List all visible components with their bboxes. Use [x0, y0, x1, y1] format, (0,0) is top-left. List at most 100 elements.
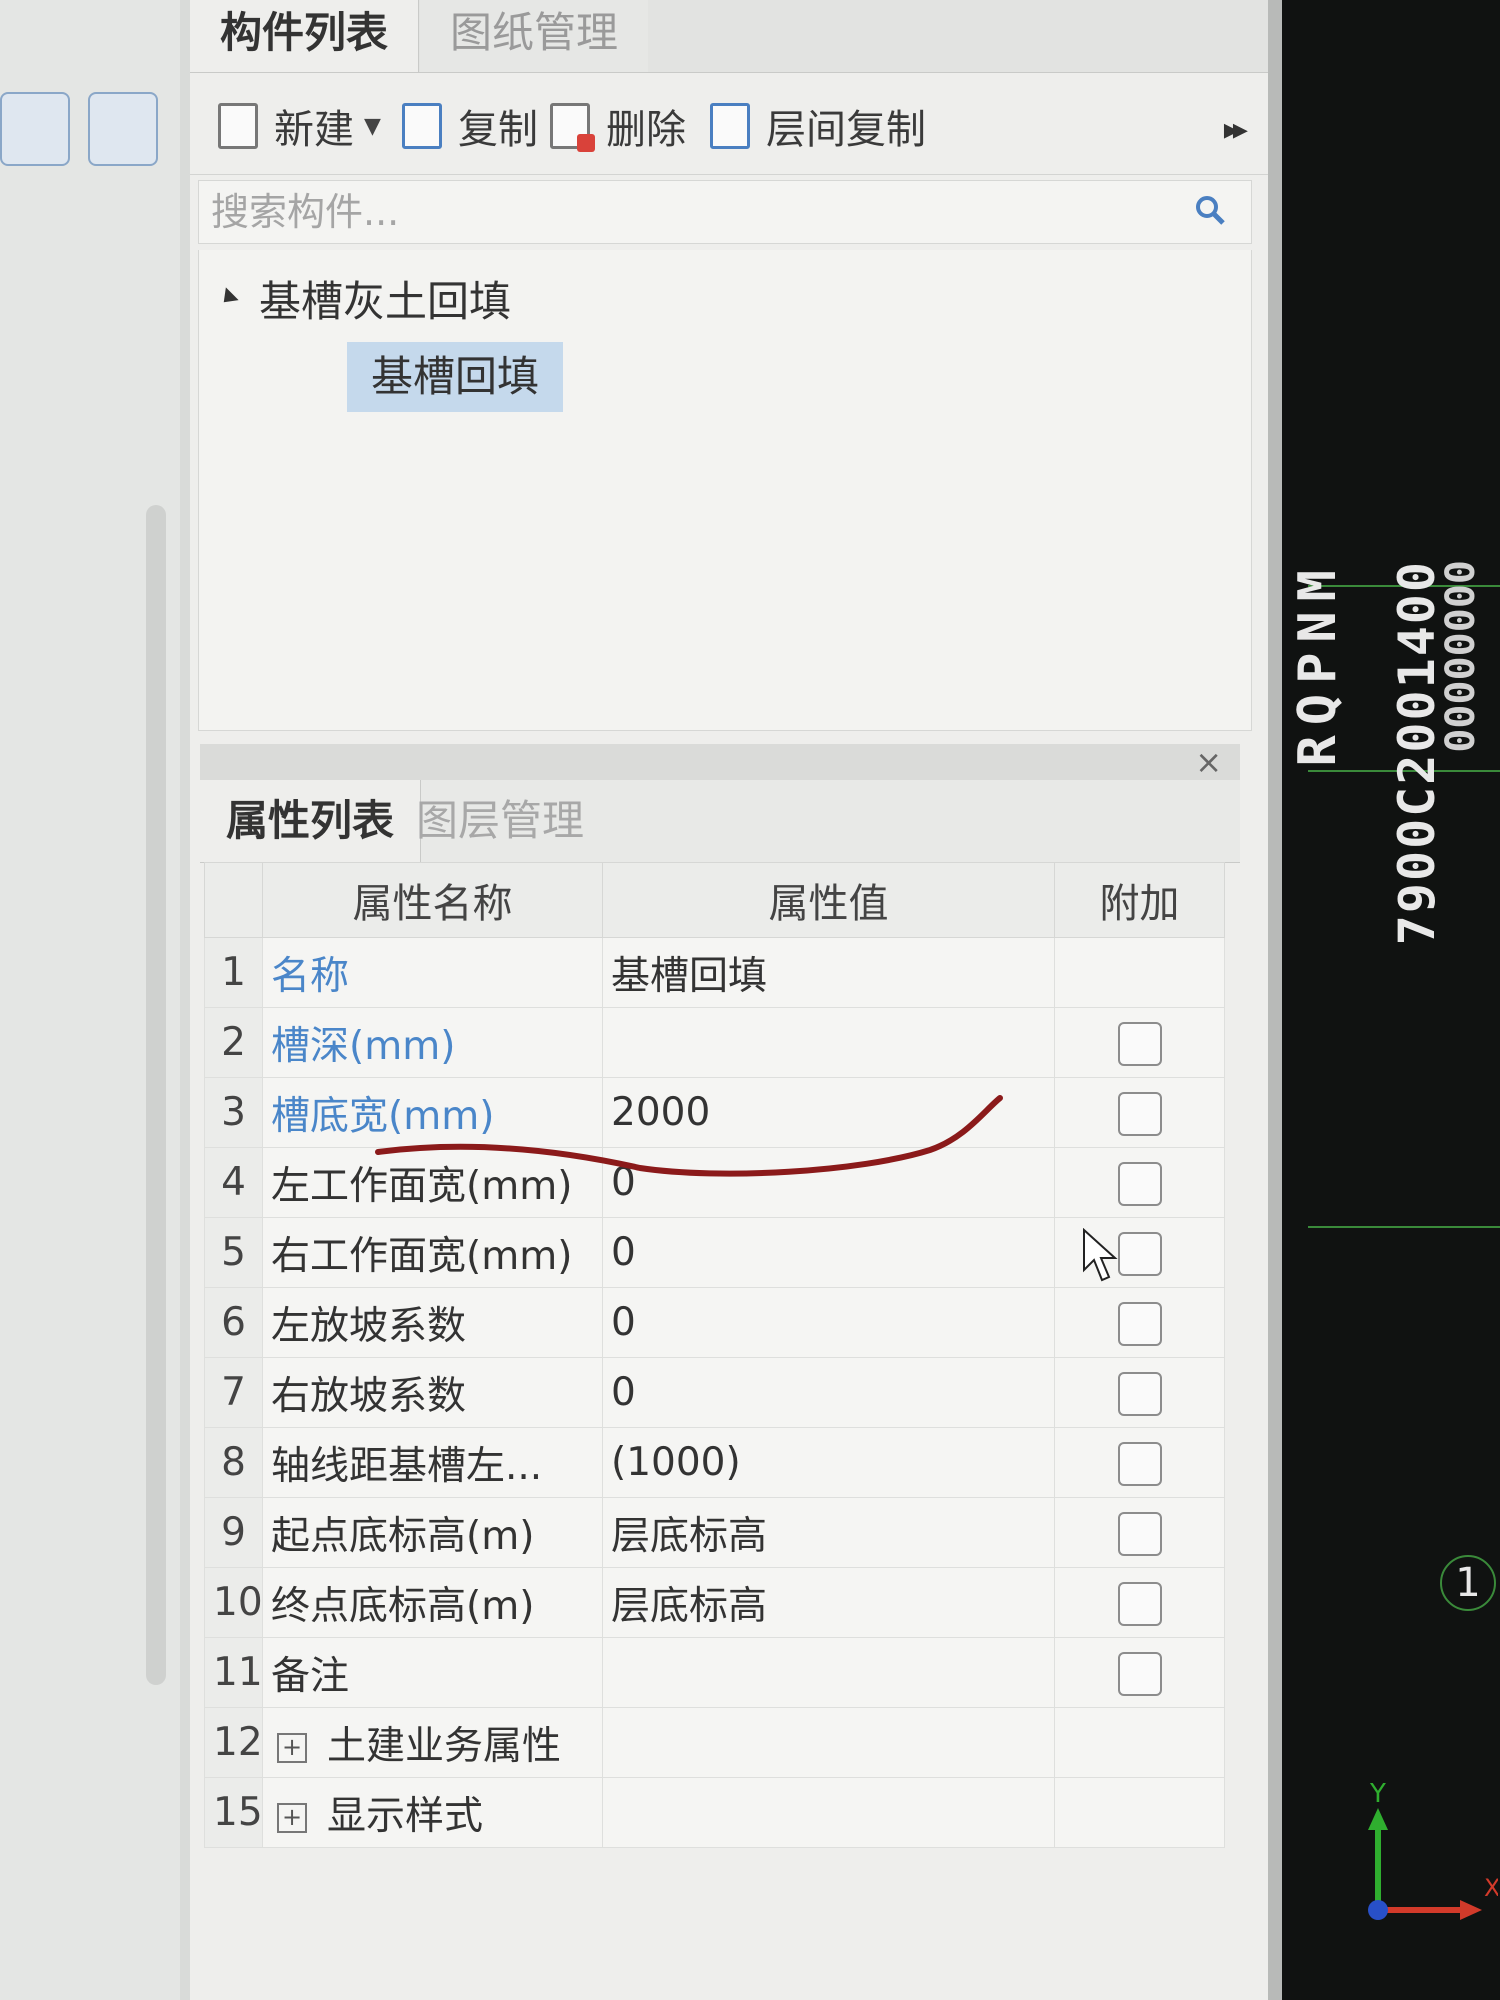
property-name-cell: 备注 — [262, 1637, 603, 1708]
row-number: 10 — [204, 1567, 263, 1638]
table-row[interactable]: 10 终点底标高(m) 层底标高 — [204, 1567, 1225, 1638]
property-value-cell[interactable] — [602, 1637, 1055, 1708]
property-name-cell: 右工作面宽(mm) — [262, 1217, 603, 1288]
additional-cell — [1054, 1287, 1225, 1358]
additional-checkbox[interactable] — [1117, 1231, 1162, 1276]
header-blank — [204, 862, 263, 938]
additional-checkbox[interactable] — [1117, 1581, 1162, 1626]
row-number: 15 — [204, 1777, 263, 1848]
chevron-down-icon[interactable]: ▼ — [364, 114, 381, 139]
property-name-cell: 起点底标高(m) — [262, 1497, 603, 1568]
table-row[interactable]: 9 起点底标高(m) 层底标高 — [204, 1497, 1225, 1568]
property-name-cell: + 土建业务属性 — [262, 1707, 603, 1778]
cad-canvas[interactable]: RQPNM 7900C2001400 00000000 1 Y X — [1268, 0, 1500, 2000]
property-value-cell[interactable]: 0 — [602, 1147, 1055, 1218]
left-sidebar-strip — [0, 0, 180, 2000]
property-value-cell[interactable]: 0 — [602, 1217, 1055, 1288]
row-number: 7 — [204, 1357, 263, 1428]
additional-cell — [1054, 1777, 1225, 1848]
component-tree: 基槽灰土回填 基槽回填 — [198, 250, 1252, 731]
table-row[interactable]: 8 轴线距基槽左... (1000) — [204, 1427, 1225, 1498]
additional-cell — [1054, 1077, 1225, 1148]
more-tools-icon[interactable]: ▸▸ — [1224, 112, 1248, 147]
row-number: 1 — [204, 937, 263, 1008]
additional-checkbox[interactable] — [1117, 1371, 1162, 1416]
new-button[interactable]: 新建 ▼ — [218, 96, 381, 156]
additional-checkbox[interactable] — [1117, 1651, 1162, 1696]
row-number: 4 — [204, 1147, 263, 1218]
table-row[interactable]: 7 右放坡系数 0 — [204, 1357, 1225, 1428]
tree-node-selected[interactable]: 基槽回填 — [347, 342, 564, 412]
property-table: 属性名称 属性值 附加 1 名称 基槽回填 2 槽深(mm) 3 槽底宽(mm) 2000 4 左… — [204, 862, 1225, 1848]
search-bar — [198, 180, 1252, 244]
property-name-cell: 名称 — [262, 937, 603, 1008]
property-value-cell[interactable]: 层底标高 — [602, 1567, 1055, 1638]
tab-drawing-management[interactable]: 图纸管理 — [420, 0, 649, 72]
form-view-icon[interactable] — [88, 92, 158, 166]
additional-checkbox[interactable] — [1117, 1301, 1162, 1346]
property-value-cell[interactable]: (1000) — [602, 1427, 1055, 1498]
table-row[interactable]: 15 + 显示样式 — [204, 1777, 1225, 1848]
tab-property-list[interactable]: 属性列表 — [200, 780, 422, 862]
floor-copy-button-label: 层间复制 — [766, 107, 926, 153]
row-number: 3 — [204, 1077, 263, 1148]
property-value-cell[interactable]: 基槽回填 — [602, 937, 1055, 1008]
panel-splitter[interactable] — [1268, 0, 1282, 2000]
list-view-icon[interactable] — [0, 92, 70, 166]
new-doc-icon — [218, 103, 258, 149]
additional-cell — [1054, 1707, 1225, 1778]
floor-copy-button[interactable]: 层间复制 — [703, 96, 926, 156]
additional-cell — [1054, 1147, 1225, 1218]
additional-cell — [1054, 1357, 1225, 1428]
table-row[interactable]: 2 槽深(mm) — [204, 1007, 1225, 1078]
property-value-cell[interactable] — [602, 1777, 1055, 1848]
delete-button[interactable]: 删除 — [550, 96, 686, 156]
additional-cell — [1054, 1007, 1225, 1078]
property-value-cell[interactable] — [602, 1707, 1055, 1778]
table-row[interactable]: 1 名称 基槽回填 — [204, 937, 1225, 1008]
table-row[interactable]: 5 右工作面宽(mm) 0 — [204, 1217, 1225, 1288]
property-name-cell: 左工作面宽(mm) — [262, 1147, 603, 1218]
property-tab-bar: 属性列表 图层管理 — [200, 780, 1240, 863]
property-value-cell[interactable]: 0 — [602, 1287, 1055, 1358]
property-name-cell: 槽深(mm) — [262, 1007, 603, 1078]
tab-component-list[interactable]: 构件列表 — [190, 0, 420, 72]
axis-y-label: Y — [1369, 1780, 1386, 1809]
additional-cell — [1054, 1427, 1225, 1498]
row-number: 11 — [204, 1637, 263, 1708]
additional-checkbox[interactable] — [1117, 1021, 1162, 1066]
table-header-row: 属性名称 属性值 附加 — [204, 862, 1225, 938]
additional-cell — [1054, 937, 1225, 1008]
table-row[interactable]: 4 左工作面宽(mm) 0 — [204, 1147, 1225, 1218]
table-row[interactable]: 3 槽底宽(mm) 2000 — [204, 1077, 1225, 1148]
close-icon[interactable]: × — [1195, 744, 1222, 780]
table-row[interactable]: 12 + 土建业务属性 — [204, 1707, 1225, 1778]
copy-button[interactable]: 复制 — [402, 96, 538, 156]
search-input[interactable] — [209, 181, 1153, 243]
additional-checkbox[interactable] — [1117, 1161, 1162, 1206]
expand-plus-icon[interactable]: + — [277, 1803, 307, 1833]
additional-checkbox[interactable] — [1117, 1441, 1162, 1486]
additional-checkbox[interactable] — [1117, 1091, 1162, 1136]
tree-node-parent[interactable]: 基槽灰土回填 — [217, 270, 511, 326]
search-icon[interactable] — [1195, 195, 1225, 225]
row-number: 9 — [204, 1497, 263, 1568]
expand-plus-icon[interactable]: + — [277, 1733, 307, 1763]
property-group-label: 土建业务属性 — [327, 1723, 562, 1769]
property-value-cell[interactable]: 2000 — [602, 1077, 1055, 1148]
tree-expand-icon[interactable] — [217, 287, 239, 309]
tab-layer-management[interactable]: 图层管理 — [390, 780, 610, 862]
toolbar: 新建 ▼ 复制 删除 层间复制 ▸▸ — [190, 78, 1270, 175]
additional-cell — [1054, 1567, 1225, 1638]
table-row[interactable]: 11 备注 — [204, 1637, 1225, 1708]
additional-cell — [1054, 1497, 1225, 1568]
property-value-cell[interactable] — [602, 1007, 1055, 1078]
mouse-cursor-icon — [1083, 1228, 1118, 1282]
additional-checkbox[interactable] — [1117, 1511, 1162, 1556]
panel-tab-bar: 构件列表 图纸管理 — [190, 0, 1270, 73]
property-value-cell[interactable]: 0 — [602, 1357, 1055, 1428]
table-row[interactable]: 6 左放坡系数 0 — [204, 1287, 1225, 1358]
cad-axis-bubble: 1 — [1440, 1555, 1496, 1611]
property-value-cell[interactable]: 层底标高 — [602, 1497, 1055, 1568]
sidebar-scrollbar[interactable] — [146, 505, 166, 1685]
